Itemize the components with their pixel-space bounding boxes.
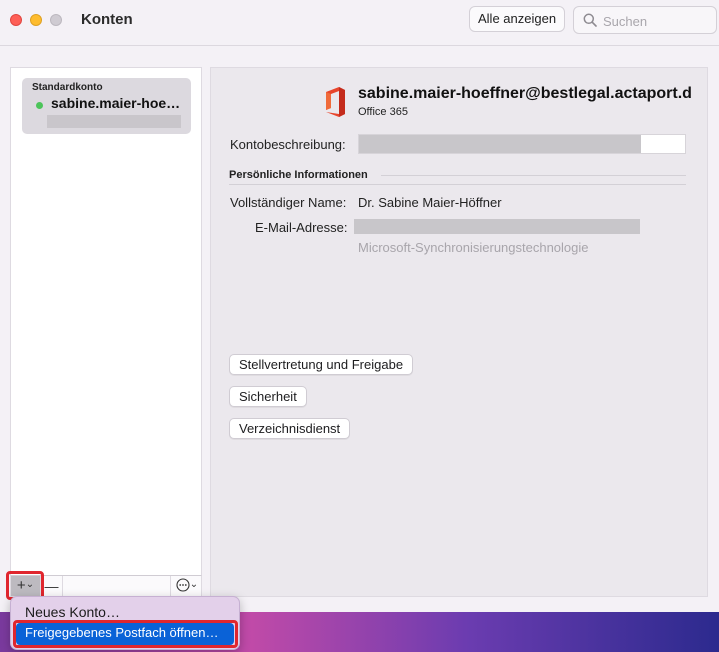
online-status-icon: [36, 102, 43, 109]
sync-technology-label: Microsoft-Synchronisierungstechnologie: [358, 240, 589, 255]
more-options-icon: [176, 578, 190, 592]
email-label: E-Mail-Adresse:: [255, 220, 348, 235]
accounts-window: Konten Alle anzeigen Standardkonto sabin…: [0, 0, 719, 612]
personal-info-heading: Persönliche Informationen: [229, 169, 368, 181]
redacted-account-detail: [47, 115, 181, 128]
security-button[interactable]: Sicherheit: [229, 386, 307, 407]
full-name-value[interactable]: Dr. Sabine Maier-Höffner: [358, 195, 502, 210]
redacted-email[interactable]: [354, 219, 640, 234]
delegation-sharing-button[interactable]: Stellvertretung und Freigabe: [229, 354, 414, 375]
account-detail-panel: sabine.maier-hoeffner@bestlegal.actaport…: [210, 67, 708, 597]
toolbar-spacer: [63, 576, 171, 596]
close-window-button[interactable]: [10, 14, 22, 26]
description-label: Kontobeschreibung:: [230, 137, 346, 152]
remove-account-button[interactable]: —: [41, 576, 63, 596]
description-field[interactable]: [358, 134, 686, 154]
account-email-header: sabine.maier-hoeffner@bestlegal.actaport…: [358, 85, 692, 102]
office-365-icon: [322, 86, 348, 121]
directory-service-button[interactable]: Verzeichnisdienst: [229, 418, 351, 439]
account-list-item[interactable]: Standardkonto sabine.maier-hoe…: [22, 78, 191, 134]
redacted-description: [359, 135, 641, 153]
zoom-window-button[interactable]: [50, 14, 62, 26]
section-divider-lower: [229, 184, 686, 185]
minimize-window-button[interactable]: [30, 14, 42, 26]
shared-mailbox-highlight: [13, 620, 238, 648]
accounts-sidebar: Standardkonto sabine.maier-hoe…: [10, 67, 202, 576]
menu-item-new-account[interactable]: Neues Konto…: [25, 604, 120, 620]
search-field[interactable]: [573, 6, 717, 34]
account-name: sabine.maier-hoe…: [51, 95, 181, 111]
search-input[interactable]: [603, 11, 713, 31]
search-icon: [583, 13, 597, 30]
window-title: Konten: [81, 11, 133, 28]
account-kind-label: Office 365: [358, 106, 408, 118]
section-divider: [381, 175, 686, 176]
account-actions-button[interactable]: ⌄: [171, 576, 203, 596]
account-type-label: Standardkonto: [32, 82, 103, 93]
show-all-button[interactable]: Alle anzeigen: [469, 6, 566, 32]
chevron-down-icon: ⌄: [189, 579, 199, 590]
full-name-label: Vollständiger Name:: [230, 195, 347, 210]
title-bar: Konten Alle anzeigen: [0, 0, 719, 46]
